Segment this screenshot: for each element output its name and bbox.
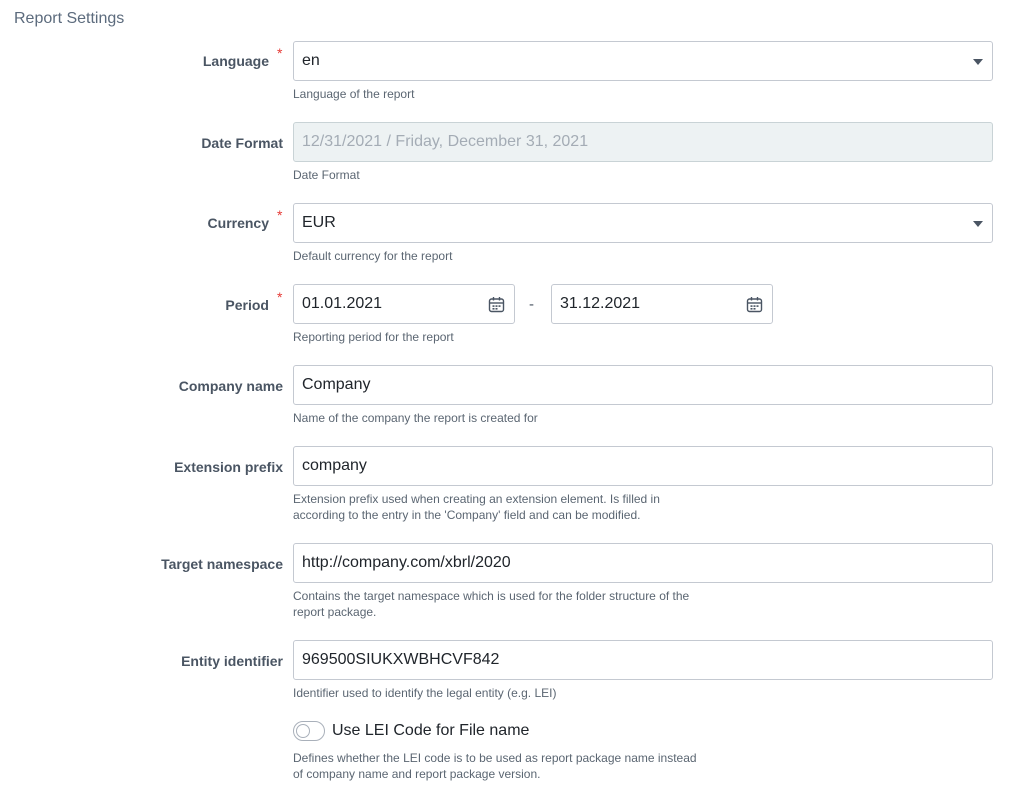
section-title: Report Settings [14,10,125,27]
lei-filename-help-line: Defines whether the LEI code is to be us… [293,751,697,765]
caret-down-icon [973,59,983,65]
lei-filename-toggle[interactable] [293,721,325,741]
lei-filename-help-line: of company name and report package versi… [293,767,541,781]
currency-label: Currency [207,215,269,231]
currency-required-marker: * [277,207,283,223]
date-format-help: Date Format [293,168,360,182]
target-namespace-label: Target namespace [161,556,283,572]
entity-identifier-value: 969500SIUKXWBHCVF842 [302,651,500,668]
language-select[interactable]: en [293,41,993,81]
period-required-marker: * [277,289,283,305]
language-help: Language of the report [293,87,415,101]
extension-prefix-help-line: Extension prefix used when creating an e… [293,492,660,506]
entity-identifier-input[interactable]: 969500SIUKXWBHCVF842 [293,640,993,680]
entity-identifier-help: Identifier used to identify the legal en… [293,686,557,700]
date-format-value: 12/31/2021 / Friday, December 31, 2021 [302,133,589,150]
extension-prefix-help: Extension prefix used when creating an e… [293,491,713,523]
lei-filename-help: Defines whether the LEI code is to be us… [293,750,713,782]
currency-select[interactable]: EUR [293,203,993,243]
toggle-knob [296,724,310,738]
entity-identifier-label: Entity identifier [181,653,283,669]
company-name-help: Name of the company the report is create… [293,411,538,425]
caret-down-icon [973,221,983,227]
period-label: Period [225,297,269,313]
extension-prefix-input[interactable]: company [293,446,993,486]
date-format-field: 12/31/2021 / Friday, December 31, 2021 [293,122,993,162]
target-namespace-help-line: report package. [293,605,377,619]
company-name-label: Company name [178,378,283,394]
calendar-icon[interactable] [746,296,763,313]
calendar-icon[interactable] [488,296,505,313]
extension-prefix-value: company [302,457,367,474]
period-start-value: 01.01.2021 [302,295,383,312]
report-settings-page: Report Settings Language * en Language o… [0,0,1016,796]
extension-prefix-help-line: according to the entry in the 'Company' … [293,508,641,522]
period-separator: - [529,296,534,313]
extension-prefix-label: Extension prefix [174,459,283,475]
target-namespace-value: http://company.com/xbrl/2020 [302,554,511,571]
language-required-marker: * [277,45,283,61]
language-value: en [302,52,320,69]
period-start-input[interactable]: 01.01.2021 [293,284,515,324]
period-end-input[interactable]: 31.12.2021 [551,284,773,324]
date-format-label: Date Format [201,135,283,151]
target-namespace-help: Contains the target namespace which is u… [293,588,713,620]
company-name-input[interactable]: Company [293,365,993,405]
target-namespace-help-line: Contains the target namespace which is u… [293,589,690,603]
lei-filename-toggle-label[interactable]: Use LEI Code for File name [332,722,529,740]
period-help: Reporting period for the report [293,330,454,344]
company-name-value: Company [302,376,371,393]
currency-value: EUR [302,214,336,231]
language-label: Language [202,53,269,69]
target-namespace-input[interactable]: http://company.com/xbrl/2020 [293,543,993,583]
currency-help: Default currency for the report [293,249,453,263]
period-end-value: 31.12.2021 [560,295,641,312]
